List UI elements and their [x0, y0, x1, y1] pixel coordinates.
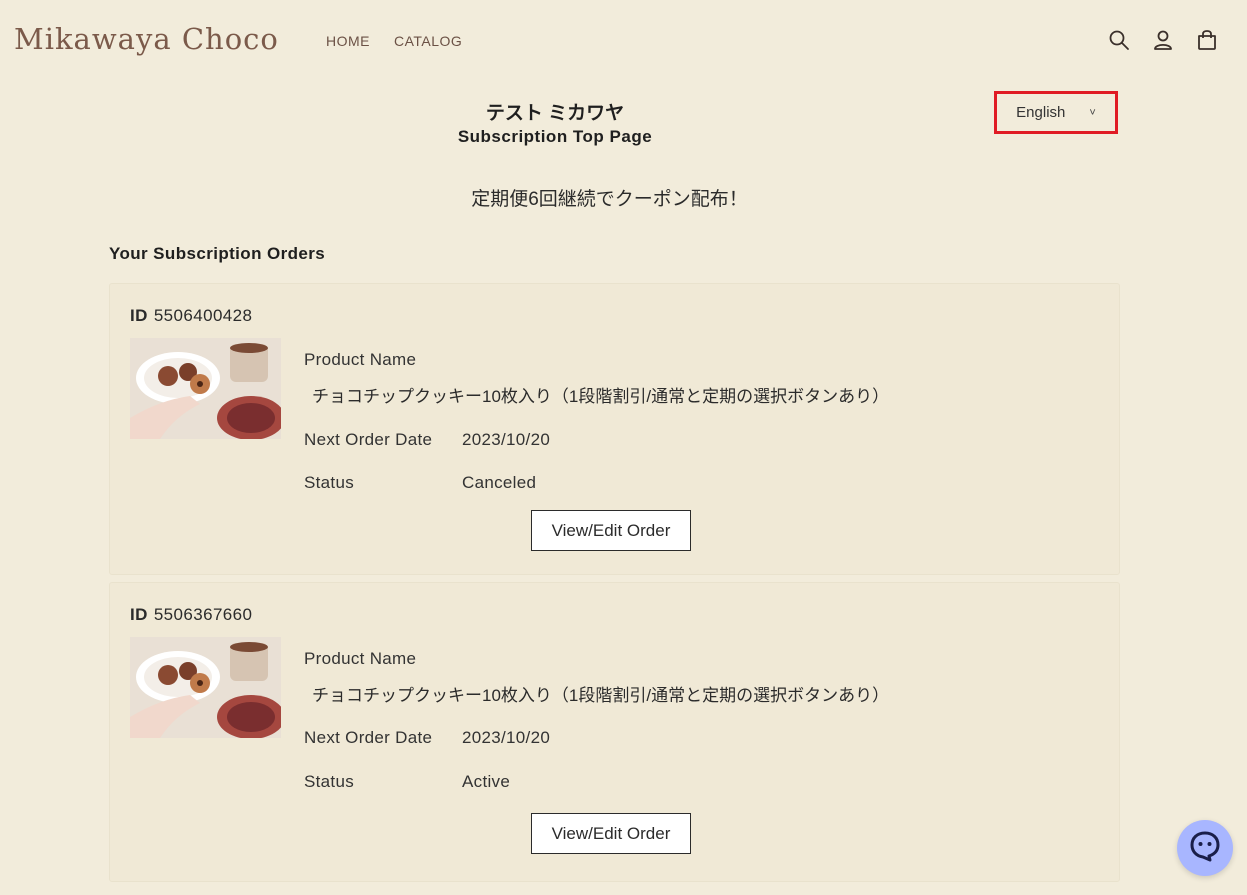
order-id-value: 5506367660 [153, 605, 253, 624]
page-title: Subscription Top Page [457, 127, 653, 146]
search-icon[interactable] [1107, 28, 1131, 52]
section-title: Your Subscription Orders [109, 244, 326, 263]
order-card: ID 5506400428 Product Name チョコチップクッキー10枚入… [109, 283, 1120, 575]
cart-icon[interactable] [1195, 28, 1219, 52]
next-order-date-label: Next Order Date [304, 430, 433, 449]
status-value: Active [462, 772, 511, 791]
main-nav: HOME CATALOG [326, 33, 462, 49]
nav-catalog-link[interactable]: CATALOG [394, 33, 462, 49]
chat-button[interactable] [1177, 820, 1233, 876]
status-value: Canceled [462, 473, 537, 492]
next-order-date-label: Next Order Date [304, 728, 433, 747]
order-card: ID 5506367660 Product Name チョコチップクッキー10枚入… [109, 582, 1120, 882]
product-image [130, 637, 281, 738]
nav-home-link[interactable]: HOME [326, 33, 370, 49]
order-id: ID 5506400428 [130, 306, 252, 326]
view-edit-order-button[interactable]: View/Edit Order [531, 510, 691, 551]
order-id-label: ID [130, 306, 148, 325]
next-order-date-value: 2023/10/20 [462, 728, 551, 747]
next-order-date-value: 2023/10/20 [462, 430, 551, 449]
shop-name: テスト ミカワヤ [485, 103, 625, 124]
order-id-value: 5506400428 [153, 306, 253, 325]
order-id-label: ID [130, 605, 148, 624]
product-name-label: Product Name [304, 350, 417, 369]
view-edit-order-button[interactable]: View/Edit Order [531, 813, 691, 854]
product-name-label: Product Name [304, 649, 417, 668]
product-name-value: チョコチップクッキー10枚入り（1段階割引/通常と定期の選択ボタンあり） [312, 686, 890, 705]
site-header: Mikawaya Choco HOME CATALOG [0, 0, 1247, 82]
header-icons [1107, 28, 1219, 52]
order-id: ID 5506367660 [130, 605, 252, 625]
product-image [130, 338, 281, 439]
site-logo[interactable]: Mikawaya Choco [14, 22, 279, 56]
account-icon[interactable] [1151, 28, 1175, 52]
status-label: Status [304, 473, 354, 492]
chat-icon [1188, 829, 1222, 868]
announcement-text: 定期便6回継続でクーポン配布！ [471, 189, 748, 210]
product-name-value: チョコチップクッキー10枚入り（1段階割引/通常と定期の選択ボタンあり） [312, 387, 890, 406]
status-label: Status [304, 772, 354, 791]
